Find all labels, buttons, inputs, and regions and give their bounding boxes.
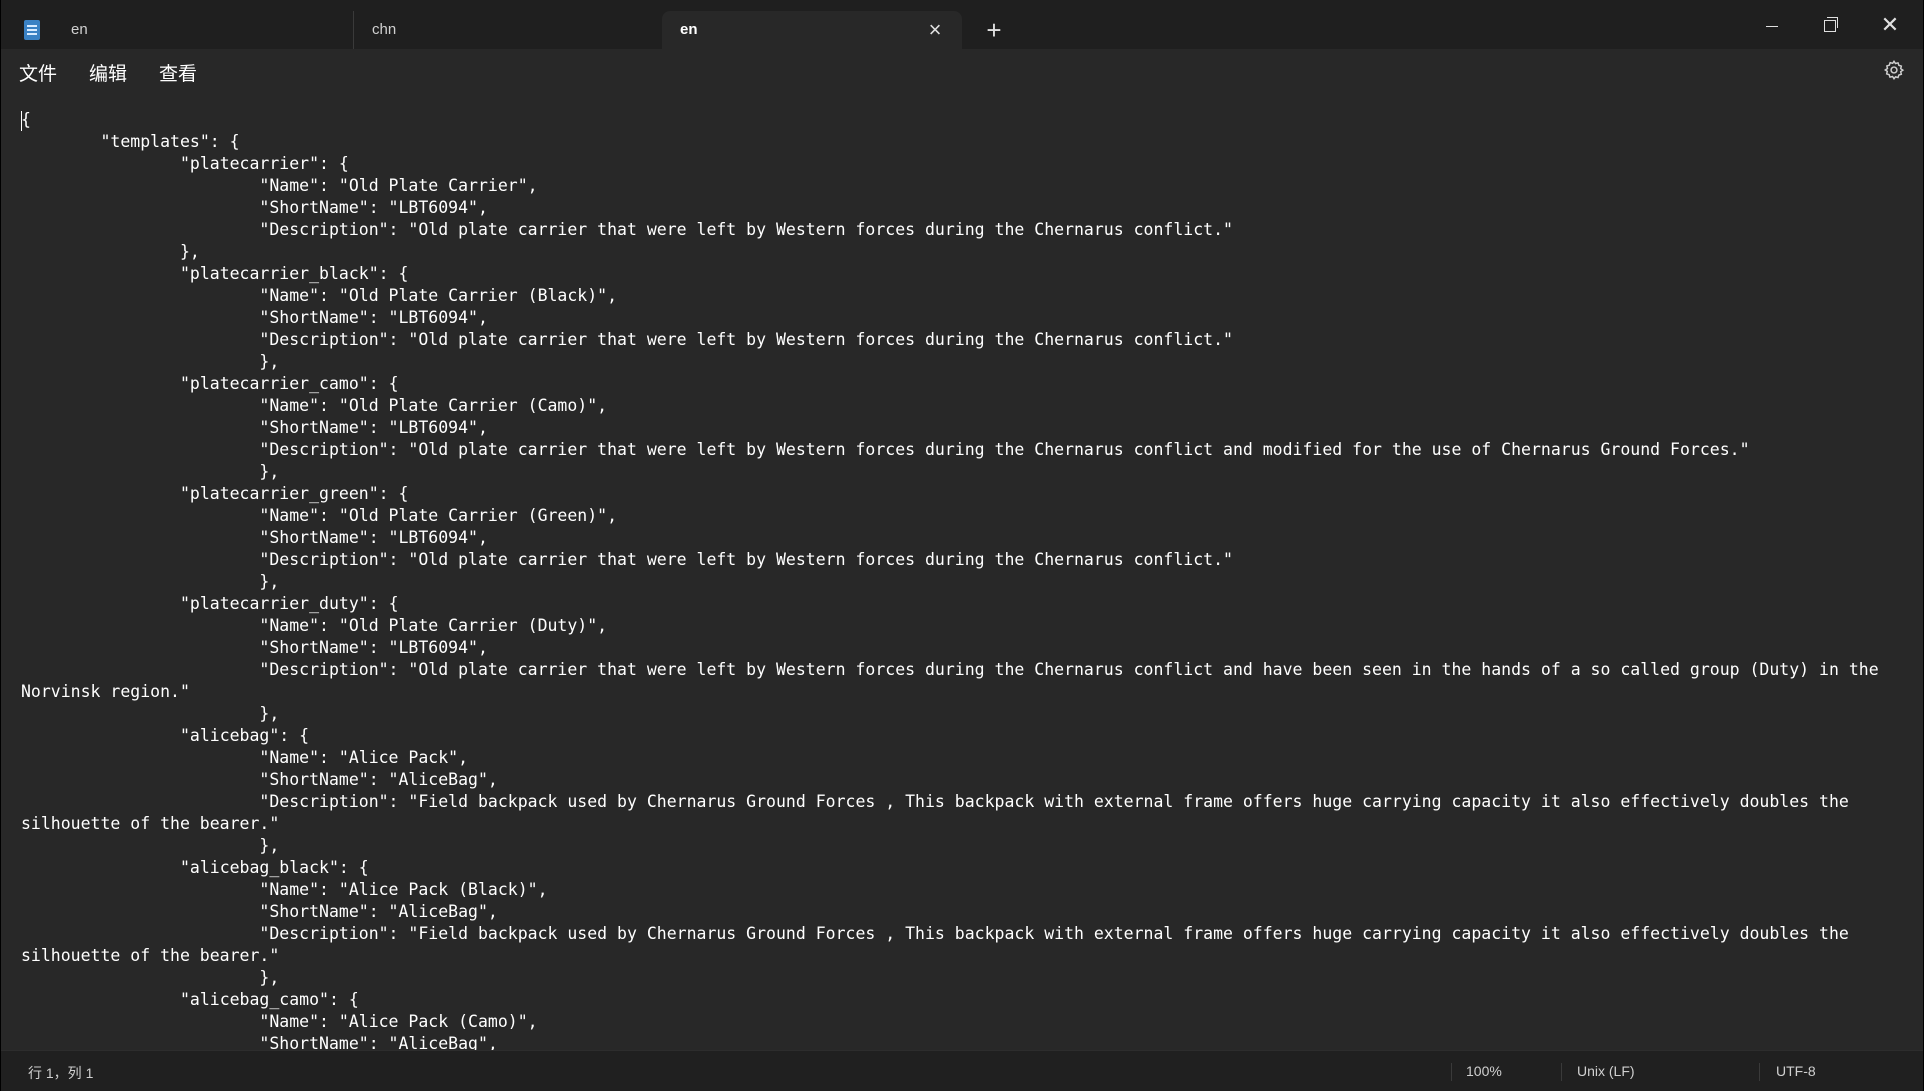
menu-bar: 文件 编辑 查看 xyxy=(1,49,1923,91)
tab-en-active[interactable]: en × xyxy=(662,11,962,49)
notepad-app-icon xyxy=(24,20,40,40)
restore-icon xyxy=(1824,17,1838,33)
cursor-position: 行 1，列 1 xyxy=(28,1065,94,1081)
editor-text[interactable]: { "templates": { "platecarrier": { "Name… xyxy=(21,109,1911,1050)
tab-label: en xyxy=(680,21,698,38)
window-close-button[interactable]: ✕ xyxy=(1867,10,1913,40)
encoding[interactable]: UTF-8 xyxy=(1776,1063,1816,1079)
status-separator xyxy=(1759,1063,1760,1081)
minimize-button[interactable] xyxy=(1749,10,1795,40)
tab-chn[interactable]: chn xyxy=(353,11,659,49)
menu-file[interactable]: 文件 xyxy=(19,59,57,86)
status-bar: 行 1，列 1 100% Unix (LF) UTF-8 xyxy=(1,1050,1923,1091)
close-tab-icon[interactable]: × xyxy=(922,17,948,43)
new-tab-button[interactable]: + xyxy=(979,15,1009,45)
zoom-level[interactable]: 100% xyxy=(1466,1063,1502,1079)
title-bar: en chn en × + ✕ xyxy=(1,0,1923,49)
tab-en-1[interactable]: en xyxy=(53,11,353,49)
menu-view[interactable]: 查看 xyxy=(159,59,197,86)
tab-label: chn xyxy=(372,21,397,38)
settings-gear-icon[interactable] xyxy=(1883,59,1905,81)
notepad-window: en chn en × + ✕ 文件 编辑 查看 { "templates": … xyxy=(1,0,1923,1091)
text-caret xyxy=(21,111,22,131)
text-editor[interactable]: { "templates": { "platecarrier": { "Name… xyxy=(1,91,1923,1050)
line-ending[interactable]: Unix (LF) xyxy=(1577,1063,1635,1079)
status-separator xyxy=(1451,1063,1452,1081)
status-separator xyxy=(1561,1063,1562,1081)
minimize-icon xyxy=(1766,25,1778,27)
tab-label: en xyxy=(71,21,88,38)
maximize-button[interactable] xyxy=(1807,10,1853,40)
menu-edit[interactable]: 编辑 xyxy=(89,59,127,86)
